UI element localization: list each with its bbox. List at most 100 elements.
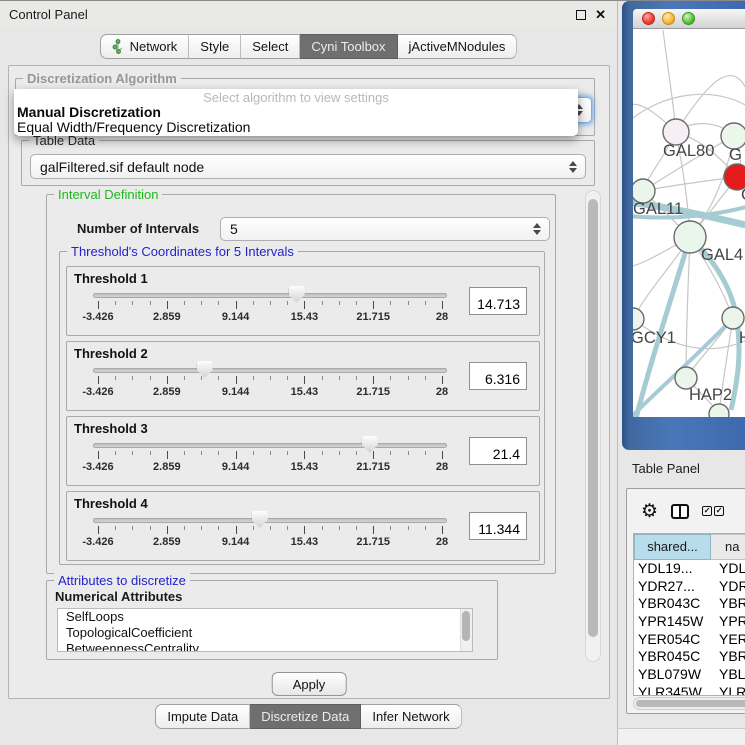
minimize-traffic-light[interactable] [662,12,675,25]
table-row[interactable]: YDL19...YDL1 [634,560,745,578]
network-node-label: C [741,186,745,204]
column-header-shared[interactable]: shared... [634,534,711,560]
table-row[interactable]: YBR045CYBR0 [634,648,745,666]
table-cell[interactable]: YBL0 [711,666,745,684]
close-traffic-light[interactable] [642,12,655,25]
network-node[interactable] [633,308,644,330]
threshold-label: Threshold 3 [74,421,148,436]
apply-button[interactable]: Apply [272,672,347,696]
table-row[interactable]: YPR145WYPR1 [634,613,745,631]
slider-tick [218,526,219,530]
tab-jactivemnodules[interactable]: jActiveMNodules [398,34,518,59]
table-cell[interactable]: YLR3 [711,684,745,696]
scrollbar-thumb[interactable] [588,199,598,637]
threshold-4-value-field[interactable] [469,512,527,540]
split-columns-icon[interactable] [671,504,689,519]
table-row[interactable]: YLR345WYLR3 [634,684,745,696]
network-node[interactable] [709,404,729,417]
table-cell[interactable]: YBR0 [711,595,745,613]
list-item[interactable]: SelfLoops [58,609,472,625]
table-cell[interactable]: YLR345W [634,684,711,696]
dropdown-hint-item[interactable]: Select algorithm to view settings [14,91,578,105]
table-row[interactable]: YDR27...YDR2 [634,578,745,596]
slider-tick [132,301,133,305]
table-row[interactable]: YBL079WYBL0 [634,666,745,684]
close-icon[interactable]: ✕ [595,7,606,23]
network-icon [112,39,125,54]
checkbox-icon[interactable]: ✓ [702,506,712,516]
slider-tick [184,301,185,305]
dropdown-option-manual-discretization[interactable]: Manual Discretization [14,105,578,120]
tab-style[interactable]: Style [189,34,241,59]
tab-impute-data[interactable]: Impute Data [155,704,250,729]
slider-tick [390,526,391,530]
table-cell[interactable]: YBR0 [711,648,745,666]
list-item[interactable]: TopologicalCoefficient [58,625,472,641]
column-header-name[interactable]: na [711,534,745,560]
threshold-2-slider[interactable]: -3.4262.8599.14415.4321.71528 [93,364,447,408]
network-canvas[interactable]: GAL80GCGAL11GAL4GCY1HHAP2 [633,30,745,417]
group-title: Interval Definition [54,188,162,202]
table-cell[interactable]: YER054C [634,631,711,649]
network-window[interactable]: GAL80GCGAL11GAL4GCY1HHAP2 [622,1,745,450]
slider-tick [442,376,443,384]
threshold-4-slider[interactable]: -3.4262.8599.14415.4321.71528 [93,514,447,558]
slider-tick [373,376,374,384]
zoom-traffic-light[interactable] [682,12,695,25]
slider-tick [150,376,151,380]
tab-select[interactable]: Select [241,34,300,59]
slider-tick [201,526,202,530]
table-cell[interactable]: YDR27... [634,578,711,596]
float-window-icon[interactable] [576,10,586,20]
list-item[interactable]: BetweennessCentrality [58,641,472,652]
table-cell[interactable]: YBL079W [634,666,711,684]
network-window-inner: GAL80GCGAL11GAL4GCY1HHAP2 [633,9,745,417]
threshold-3-panel: Threshold 3 -3.4262.8599.14415.4321.7152… [66,416,540,486]
checkbox-icon[interactable]: ✓ [714,506,724,516]
tab-discretize-data[interactable]: Discretize Data [250,704,361,729]
scrollbar-thumb[interactable] [462,611,470,641]
table-cell[interactable]: YDL1 [711,560,745,578]
slider-tick [287,526,288,530]
network-node[interactable] [722,307,744,329]
table-cell[interactable]: YPR145W [634,613,711,631]
slider-tick [373,526,374,534]
dropdown-option-equal-width-frequency[interactable]: Equal Width/Frequency Discretization [14,120,578,135]
numerical-attributes-list[interactable]: SelfLoopsTopologicalCoefficientBetweenne… [57,608,473,652]
slider-thumb[interactable] [362,436,378,453]
select-columns-icons[interactable]: ✓ ✓ [702,506,724,516]
slider-tick-label: 21.715 [356,536,390,548]
table-horizontal-scrollbar[interactable] [633,697,745,710]
threshold-1-value-field[interactable] [469,287,527,315]
slider-thumb[interactable] [197,361,213,378]
threshold-1-slider[interactable]: -3.4262.8599.14415.4321.71528 [93,289,447,333]
tab-cyni-toolbox[interactable]: Cyni Toolbox [300,34,397,59]
table-row[interactable]: YBR043CYBR0 [634,595,745,613]
slider-tick [390,301,391,305]
table-cell[interactable]: YPR1 [711,613,745,631]
tab-network[interactable]: Network [100,34,190,59]
slider-tick-label: 2.859 [153,536,181,548]
table-cell[interactable]: YDL19... [634,560,711,578]
slider-tick [167,301,168,309]
threshold-3-slider[interactable]: -3.4262.8599.14415.4321.71528 [93,439,447,483]
slider-tick [408,376,409,380]
list-scrollbar[interactable] [460,609,472,651]
tab-infer-network[interactable]: Infer Network [361,704,461,729]
table-row[interactable]: YER054CYER0 [634,631,745,649]
table-data-combobox[interactable]: galFiltered.sif default node [30,154,586,179]
panel-vertical-scrollbar[interactable] [585,190,601,662]
threshold-3-value-field[interactable] [469,437,527,465]
table-cell[interactable]: YDR2 [711,578,745,596]
table-cell[interactable]: YER0 [711,631,745,649]
table-cell[interactable]: YBR045C [634,648,711,666]
table-cell[interactable]: YBR043C [634,595,711,613]
gear-icon[interactable]: ⚙ [641,502,658,521]
slider-thumb[interactable] [252,511,268,528]
slider-thumb[interactable] [289,286,305,303]
scrollbar-thumb[interactable] [636,700,745,707]
network-node-label: G [729,146,742,164]
slider-tick [356,526,357,530]
threshold-2-value-field[interactable] [469,362,527,390]
number-of-intervals-combobox[interactable]: 5 [220,217,550,241]
